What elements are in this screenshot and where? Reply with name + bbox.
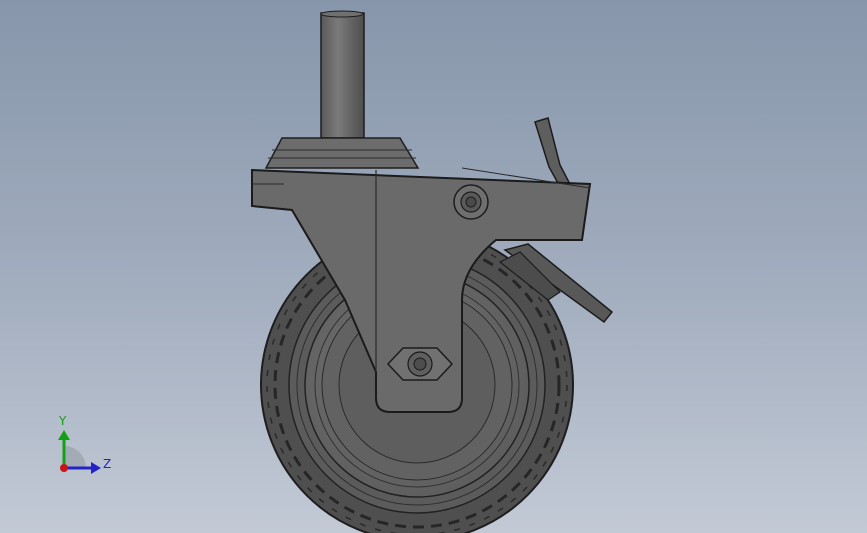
swivel-bearing [264, 137, 420, 169]
caster-model [58, 10, 614, 533]
3d-viewport[interactable]: Y Z [0, 0, 867, 533]
y-axis-label: Y [59, 414, 67, 428]
z-axis-arrowhead [91, 462, 101, 474]
axis-triad [58, 430, 101, 474]
x-axis-dot [60, 464, 68, 472]
triad-plane [64, 446, 86, 468]
brake-pivot-bolt [453, 184, 489, 220]
y-axis-arrowhead [58, 430, 70, 440]
threaded-stem [320, 10, 365, 139]
axle-nut [386, 347, 454, 381]
z-axis-label: Z [103, 457, 112, 471]
